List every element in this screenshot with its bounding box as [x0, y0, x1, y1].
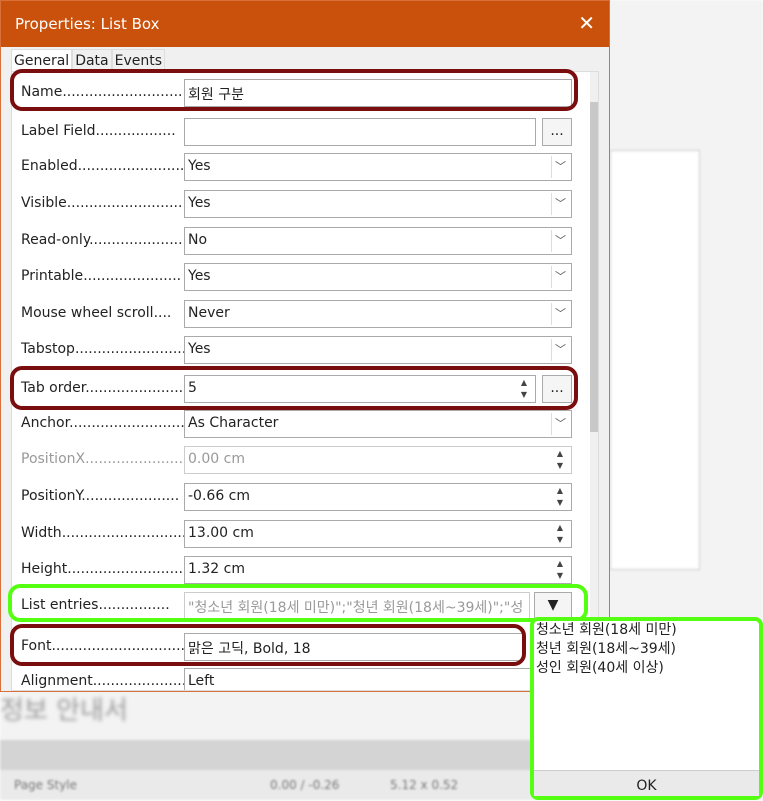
property-row: Label Field.....................: [12, 117, 582, 147]
property-row: Printable...................... Yes ﹀: [12, 262, 582, 292]
positionx-field[interactable]: 0.00 cm ▲ ▼: [184, 446, 572, 474]
visible-field[interactable]: Yes ﹀: [184, 190, 572, 218]
dialog-titlebar: Properties: List Box ✕: [1, 1, 609, 47]
read-only-field[interactable]: No ﹀: [184, 227, 572, 255]
list-entry[interactable]: 청소년 회원(18세 미만): [534, 621, 759, 640]
status-size: 5.12 x 0.52: [390, 778, 459, 792]
property-row: Width.............................. 13.00…: [12, 519, 582, 549]
tabstop-label: Tabstop..........................: [21, 341, 191, 357]
enabled-label: Enabled..........................: [21, 158, 194, 174]
tabstop-field[interactable]: Yes ﹀: [184, 336, 572, 364]
chevron-down-icon[interactable]: ﹀: [551, 193, 569, 215]
label-field-field[interactable]: [184, 118, 536, 146]
visible-label: Visible..........................: [21, 195, 183, 211]
alignment-field[interactable]: Left: [184, 668, 572, 690]
highlight-list-entries: [8, 584, 588, 622]
highlight-font: [10, 624, 526, 666]
anchor-label: Anchor............................: [21, 415, 194, 431]
read-only-label: Read-only......................: [21, 232, 188, 248]
chevron-down-icon[interactable]: ﹀: [551, 303, 569, 325]
width-label: Width..............................: [21, 525, 196, 541]
spin-icon[interactable]: ▲ ▼: [551, 522, 569, 546]
printable-field[interactable]: Yes ﹀: [184, 263, 572, 291]
chevron-down-icon[interactable]: ﹀: [551, 413, 569, 435]
positiony-label: PositionY......................: [21, 488, 180, 504]
alignment-label: Alignment......................: [21, 673, 191, 689]
property-row: Anchor............................ As Cha…: [12, 409, 582, 439]
property-row: Alignment...................... Left: [12, 667, 582, 690]
property-row: Height............................ 1.32 c…: [12, 555, 582, 585]
vertical-scrollbar[interactable]: [590, 72, 598, 690]
background-page: [610, 150, 700, 570]
background-doc-title: 정보 안내서: [0, 696, 128, 726]
ok-button[interactable]: OK: [534, 770, 759, 796]
property-row: Enabled.......................... Yes ﹀: [12, 152, 582, 182]
highlight-name: [10, 69, 578, 111]
positiony-field[interactable]: -0.66 cm ▲ ▼: [184, 483, 572, 511]
chevron-down-icon[interactable]: ﹀: [551, 339, 569, 361]
positionx-label: PositionX......................: [21, 451, 184, 467]
list-entry[interactable]: 성인 회원(40세 이상): [534, 659, 759, 678]
spin-icon[interactable]: ▲ ▼: [551, 485, 569, 509]
height-field[interactable]: 1.32 cm ▲ ▼: [184, 556, 572, 584]
property-row: Tabstop.......................... Yes ﹀: [12, 335, 582, 365]
highlight-tab-order: [10, 366, 578, 410]
property-row: Read-only...................... No ﹀: [12, 226, 582, 256]
property-row: PositionY...................... -0.66 cm ▲…: [12, 482, 582, 512]
enabled-field[interactable]: Yes ﹀: [184, 153, 572, 181]
close-icon[interactable]: ✕: [578, 11, 595, 35]
spin-icon[interactable]: ▲ ▼: [551, 558, 569, 582]
chevron-down-icon[interactable]: ﹀: [551, 266, 569, 288]
printable-label: Printable......................: [21, 268, 182, 284]
mouse-wheel-scroll-label: Mouse wheel scroll....: [21, 305, 172, 321]
height-label: Height............................: [21, 561, 192, 577]
status-page-style: Page Style: [14, 778, 78, 792]
mouse-wheel-scroll-field[interactable]: Never ﹀: [184, 300, 572, 328]
chevron-down-icon[interactable]: ﹀: [551, 156, 569, 178]
list-entries-popup: 청소년 회원(18세 미만) 청년 회원(18세~39세) 성인 회원(40세 …: [530, 617, 763, 800]
anchor-field[interactable]: As Character ﹀: [184, 410, 572, 438]
scrollbar-thumb[interactable]: [590, 102, 598, 432]
status-position: 0.00 / -0.26: [270, 778, 340, 792]
property-row: PositionX...................... 0.00 cm ▲ ▼: [12, 445, 582, 475]
browse-button[interactable]: ...: [542, 118, 572, 146]
label-field-label: Label Field..................: [21, 123, 176, 139]
list-entry[interactable]: 청년 회원(18세~39세): [534, 640, 759, 659]
property-row: Visible.......................... Yes ﹀: [12, 189, 582, 219]
chevron-down-icon[interactable]: ﹀: [551, 230, 569, 252]
property-row: Mouse wheel scroll.... Never ﹀: [12, 299, 582, 329]
spin-icon[interactable]: ▲ ▼: [551, 448, 569, 472]
dialog-title: Properties: List Box: [15, 15, 160, 33]
width-field[interactable]: 13.00 cm ▲ ▼: [184, 520, 572, 548]
